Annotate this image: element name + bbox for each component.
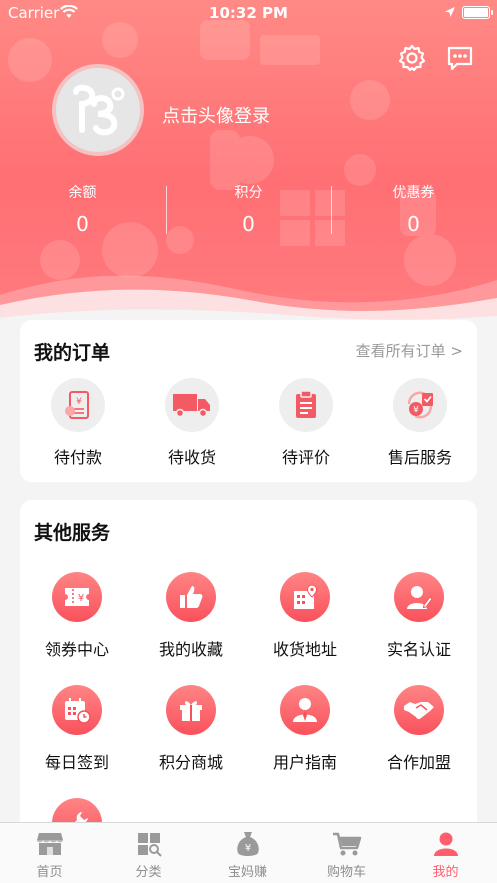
services-card: 其他服务 ¥ 领券中心 我的收藏 收货地址 实名认证 每日签到 积分商城 用户指… [20,500,477,848]
stat-value: 0 [76,212,89,236]
clipboard-icon [296,390,316,418]
coupon-icon: ¥ [65,588,89,606]
service-icon-circle: ¥ [52,572,102,622]
gear-icon [398,44,426,72]
points-stat[interactable]: 积分 0 [166,182,331,236]
service-points-mall[interactable]: 积分商城 [134,685,248,773]
avatar[interactable] [52,64,144,156]
truck-icon [173,394,210,418]
tab-label: 我的 [432,865,459,880]
order-pending-review[interactable]: 待评价 [256,378,356,468]
gift-icon [180,701,202,721]
tab-home[interactable]: 首页 [0,823,99,883]
stat-value: 0 [407,212,420,236]
service-icon-circle [166,685,216,735]
header-wave [0,275,497,330]
stat-value: 0 [242,212,255,236]
battery-cap [491,10,493,15]
guide-icon [293,698,317,722]
service-label: 领券中心 [44,640,109,659]
service-label: 用户指南 [272,753,337,772]
handshake-icon [404,702,434,720]
money-bag-icon: ¥ [236,832,259,856]
tab-profile[interactable]: 我的 [396,823,495,883]
settings-button[interactable] [396,42,428,74]
location-arrow-icon [445,7,455,17]
default-avatar-logo-icon [73,84,125,136]
clock: 10:32 PM [209,4,288,22]
view-all-orders-link[interactable]: 查看所有订单 > [356,340,463,361]
order-icon-circle [165,378,219,432]
service-icon-circle [280,572,330,622]
orders-card: 我的订单 查看所有订单 > ¥ 待付款 待收货 待评价 ¥ 售后服务 [20,320,477,482]
service-label: 每日签到 [44,753,109,772]
service-icon-circle [280,685,330,735]
store-icon [36,833,63,855]
login-prompt[interactable]: 点击头像登录 [162,102,270,128]
service-shipping-address[interactable]: 收货地址 [248,572,362,660]
tab-earn[interactable]: ¥ 宝妈赚 [198,823,297,883]
order-label: 待评价 [281,448,330,467]
stat-label: 优惠券 [392,185,435,201]
order-icon-circle: ¥ [393,378,447,432]
service-user-guide[interactable]: 用户指南 [248,685,362,773]
balance-stat[interactable]: 余额 0 [0,182,165,236]
service-favorites[interactable]: 我的收藏 [134,572,248,660]
chat-bubble-icon [447,46,473,71]
service-icon-circle [394,685,444,735]
tab-category[interactable]: 分类 [99,823,198,883]
services-title: 其他服务 [34,522,111,544]
order-label: 待收货 [167,448,216,467]
service-label: 积分商城 [158,753,223,772]
service-label: 实名认证 [386,640,451,659]
coupons-stat[interactable]: 优惠券 0 [331,182,496,236]
cart-icon [332,832,361,856]
order-icon-circle: ¥ [51,378,105,432]
stat-label: 余额 [68,185,97,201]
order-pending-receipt[interactable]: 待收货 [142,378,242,468]
svg-text:¥: ¥ [244,843,250,854]
user-verify-icon [407,586,433,609]
order-label: 售后服务 [387,448,452,467]
tab-cart[interactable]: 购物车 [297,823,396,883]
service-coupon-center[interactable]: ¥ 领券中心 [20,572,134,660]
orders-title: 我的订单 [34,342,111,364]
service-label: 收货地址 [272,640,337,659]
battery-icon [462,6,490,19]
tab-bar: 首页 分类 ¥ 宝妈赚 购物车 我的 [0,822,497,883]
stat-label: 积分 [234,185,263,201]
tab-label: 分类 [135,865,162,880]
category-icon [137,833,162,857]
service-label: 合作加盟 [386,753,451,772]
service-icon-circle [52,685,102,735]
service-partnership[interactable]: 合作加盟 [362,685,476,773]
service-icon-circle [394,572,444,622]
refund-icon: ¥ [407,391,433,419]
order-pending-payment[interactable]: ¥ 待付款 [28,378,128,468]
messages-button[interactable] [444,42,476,74]
svg-text:¥: ¥ [76,397,82,407]
order-after-sales[interactable]: ¥ 售后服务 [370,378,470,468]
service-daily-checkin[interactable]: 每日签到 [20,685,134,773]
address-icon [294,584,318,609]
status-bar: Carrier 10:32 PM [0,0,497,26]
bill-icon: ¥ [65,391,89,419]
service-identity-verification[interactable]: 实名认证 [362,572,476,660]
tab-label: 首页 [36,865,63,880]
profile-icon [433,832,458,856]
svg-text:¥: ¥ [78,593,84,604]
svg-text:¥: ¥ [413,406,419,416]
order-icon-circle [279,378,333,432]
calendar-icon [65,698,91,724]
tab-label: 购物车 [326,865,366,880]
tab-label: 宝妈赚 [227,865,267,880]
thumbs-up-icon [180,586,203,608]
service-label: 我的收藏 [158,640,223,659]
order-label: 待付款 [53,448,102,467]
service-icon-circle [166,572,216,622]
